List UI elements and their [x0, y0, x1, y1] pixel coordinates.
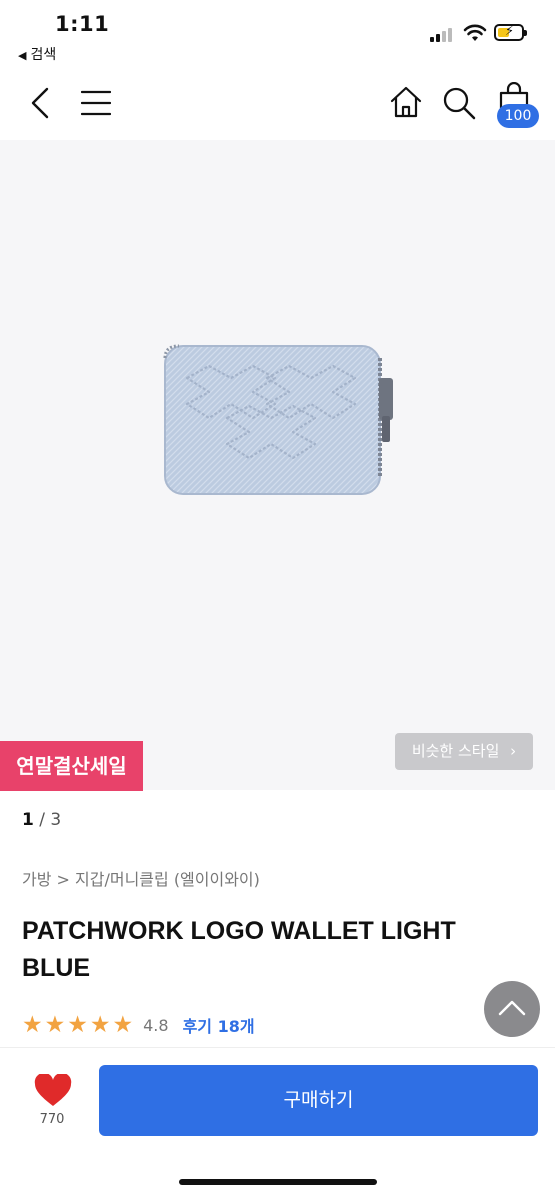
- product-image-carousel[interactable]: [0, 140, 555, 790]
- heart-icon[interactable]: [34, 1074, 72, 1108]
- pager-total: 3: [50, 810, 62, 830]
- star-icon: ★: [44, 1012, 66, 1038]
- sale-badge: 연말결산세일: [0, 741, 143, 791]
- signal-icon: [430, 26, 454, 42]
- product-wallet-image: [163, 344, 393, 495]
- star-icon: ★: [67, 1012, 88, 1038]
- star-icon: ★: [112, 1012, 134, 1038]
- rating-score: 4.8: [143, 1015, 169, 1035]
- buy-button[interactable]: 구매하기: [99, 1065, 538, 1136]
- pager-separator: /: [39, 810, 45, 830]
- breadcrumb[interactable]: 가방 > 지갑/머니클립 (엘이이와이): [22, 866, 260, 890]
- image-pager: 1 / 3: [22, 810, 61, 830]
- wifi-icon: [463, 24, 487, 41]
- back-to-search-label: 검색: [30, 47, 57, 63]
- review-count-link[interactable]: 후기 18개: [183, 1013, 255, 1037]
- menu-icon[interactable]: [81, 90, 111, 116]
- back-chevron-icon[interactable]: [29, 87, 53, 119]
- pager-current: 1: [22, 810, 34, 830]
- cart-count-badge: 100: [497, 104, 539, 128]
- back-triangle-icon: ◀: [18, 49, 27, 62]
- status-time: 1:11: [55, 12, 110, 36]
- search-icon[interactable]: [442, 86, 476, 120]
- chevron-right-icon: ›: [510, 742, 517, 760]
- chevron-up-icon: [498, 1000, 526, 1016]
- back-to-search-link[interactable]: ◀ 검색: [18, 44, 56, 64]
- home-icon[interactable]: [389, 86, 423, 118]
- star-icon: ★: [89, 1012, 111, 1038]
- product-title: PATCHWORK LOGO WALLET LIGHT BLUE: [22, 917, 456, 982]
- star-icon: ★: [22, 1012, 43, 1038]
- like-count: 770: [39, 1112, 65, 1127]
- product-rating: ★ ★ ★ ★ ★ 4.8 후기 18개: [22, 1012, 255, 1038]
- bottom-bar-divider: [0, 1047, 555, 1048]
- similar-style-button[interactable]: 비슷한 스타일 ›: [395, 733, 533, 770]
- similar-style-label: 비슷한 스타일: [411, 742, 500, 760]
- home-indicator: [179, 1179, 377, 1185]
- battery-icon: ⚡: [494, 24, 527, 41]
- scroll-to-top-button[interactable]: [484, 981, 540, 1037]
